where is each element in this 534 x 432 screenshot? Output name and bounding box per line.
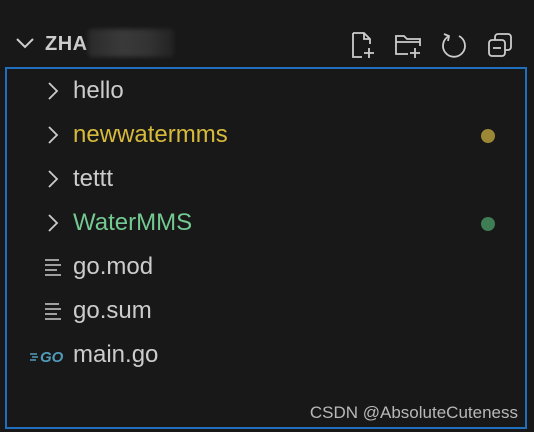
chevron-right-icon[interactable] [43, 168, 63, 190]
tree-item-label: go.sum [73, 297, 152, 324]
tree-item-main-go[interactable]: GO main.go [7, 333, 525, 377]
redacted-name [88, 29, 174, 57]
file-tree: hello newwatermms tettt WaterMMS go.mod … [5, 67, 527, 429]
lines-icon [45, 259, 61, 276]
refresh-button[interactable] [438, 29, 470, 61]
modified-indicator [481, 129, 495, 143]
tree-item-label: tettt [73, 165, 114, 192]
go-icon-text: GO [40, 349, 64, 364]
chevron-down-icon[interactable] [14, 32, 36, 54]
chevron-right-icon[interactable] [43, 80, 63, 102]
new-file-button[interactable] [346, 29, 378, 61]
tree-item-label: main.go [73, 341, 159, 368]
workspace-header[interactable]: ZHA [0, 20, 534, 68]
new-folder-icon [395, 35, 421, 58]
refresh-icon [442, 33, 466, 58]
tree-item-label: WaterMMS [73, 209, 193, 236]
new-file-icon [352, 32, 374, 58]
tree-item-tettt[interactable]: tettt [7, 157, 525, 201]
new-folder-button[interactable] [392, 29, 424, 61]
workspace-folder-name: ZHA [45, 33, 88, 55]
watermark: CSDN @AbsoluteCuteness [309, 403, 518, 422]
collapse-all-button[interactable] [484, 29, 516, 61]
untracked-indicator [481, 217, 495, 231]
tree-item-watermms[interactable]: WaterMMS [7, 201, 525, 245]
lines-icon [45, 303, 61, 320]
tree-item-label: newwatermms [73, 121, 228, 148]
explorer-toolbar [346, 29, 516, 61]
tree-item-label: go.mod [73, 253, 154, 280]
tree-item-newwatermms[interactable]: newwatermms [7, 113, 525, 157]
explorer-panel: ZHA hello newwatermms tettt WaterMMS go.… [0, 0, 534, 432]
tree-item-go-mod[interactable]: go.mod [7, 245, 525, 289]
collapse-all-icon [488, 33, 512, 57]
go-icon: GO [30, 349, 64, 364]
chevron-right-icon[interactable] [43, 124, 63, 146]
tree-item-label: hello [73, 77, 124, 104]
tree-item-go-sum[interactable]: go.sum [7, 289, 525, 333]
tree-item-hello[interactable]: hello [7, 69, 525, 113]
chevron-right-icon[interactable] [43, 212, 63, 234]
